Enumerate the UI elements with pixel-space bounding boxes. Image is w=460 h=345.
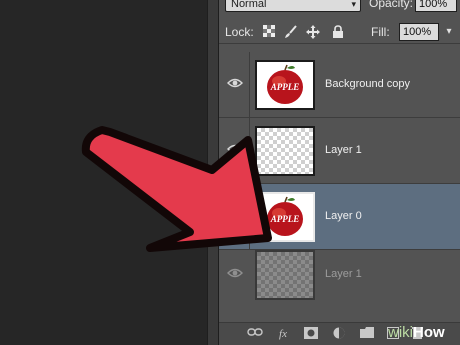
link-icon[interactable]: [247, 327, 263, 341]
layers-panel: Normal ▾ Opacity: 100% Lock: Fill: 100% …: [219, 0, 460, 345]
watermark-suffix: How: [413, 324, 445, 341]
fill-field[interactable]: 100%: [399, 23, 439, 41]
chevron-down-icon: ▾: [351, 0, 356, 9]
adjustment-icon[interactable]: [331, 327, 347, 341]
layer-name[interactable]: Layer 1: [325, 144, 362, 156]
eye-icon[interactable]: [227, 143, 243, 155]
opacity-field[interactable]: 100%: [415, 0, 457, 12]
watermark-prefix: wiki: [388, 324, 413, 341]
blend-opacity-row: Normal ▾ Opacity: 100%: [219, 0, 460, 14]
panel-dock-divider[interactable]: [207, 0, 219, 345]
opacity-label: Opacity:: [369, 0, 414, 10]
column-divider: [249, 52, 250, 118]
column-divider: [249, 118, 250, 184]
fill-dropdown-icon[interactable]: ▾: [441, 23, 457, 41]
blend-mode-select[interactable]: Normal ▾: [225, 0, 361, 12]
layer-name[interactable]: Layer 1: [325, 268, 362, 280]
fx-icon[interactable]: fx: [275, 327, 291, 341]
lock-paint-brush-icon[interactable]: [284, 25, 298, 39]
lock-row: Lock: Fill: 100% ▾: [219, 20, 460, 44]
folder-icon[interactable]: [359, 327, 375, 341]
blend-mode-value: Normal: [231, 0, 267, 10]
thumbnail-text: APPLE: [270, 214, 300, 224]
layer-thumbnail-apple: APPLE: [255, 60, 315, 110]
layer-thumbnail-transparent: [255, 250, 315, 300]
thumbnail-text: APPLE: [270, 82, 300, 92]
lock-move-icon[interactable]: [306, 25, 320, 39]
layer-name[interactable]: Background copy: [325, 78, 410, 90]
layer-row-background-copy[interactable]: APPLE Background copy: [219, 52, 460, 118]
layer-thumbnail-apple: APPLE: [255, 192, 315, 242]
layer-name[interactable]: Layer 0: [325, 210, 362, 222]
lock-padlock-icon[interactable]: [331, 25, 345, 39]
mask-icon[interactable]: [303, 327, 319, 341]
layer-thumbnail-transparent: [255, 126, 315, 176]
layer-row-layer-0[interactable]: APPLE Layer 0: [219, 184, 460, 250]
document-canvas: [0, 0, 215, 345]
eye-icon[interactable]: [227, 77, 243, 89]
layer-row-dragging-layer-1[interactable]: Layer 1: [219, 242, 460, 308]
eye-icon[interactable]: [227, 267, 243, 279]
wikihow-watermark: wikiHow: [388, 324, 445, 341]
lock-transparent-icon[interactable]: [262, 25, 276, 39]
layer-row-layer-1[interactable]: Layer 1: [219, 118, 460, 184]
lock-label: Lock:: [225, 25, 254, 39]
column-divider: [249, 184, 250, 250]
fill-label: Fill:: [371, 25, 390, 39]
